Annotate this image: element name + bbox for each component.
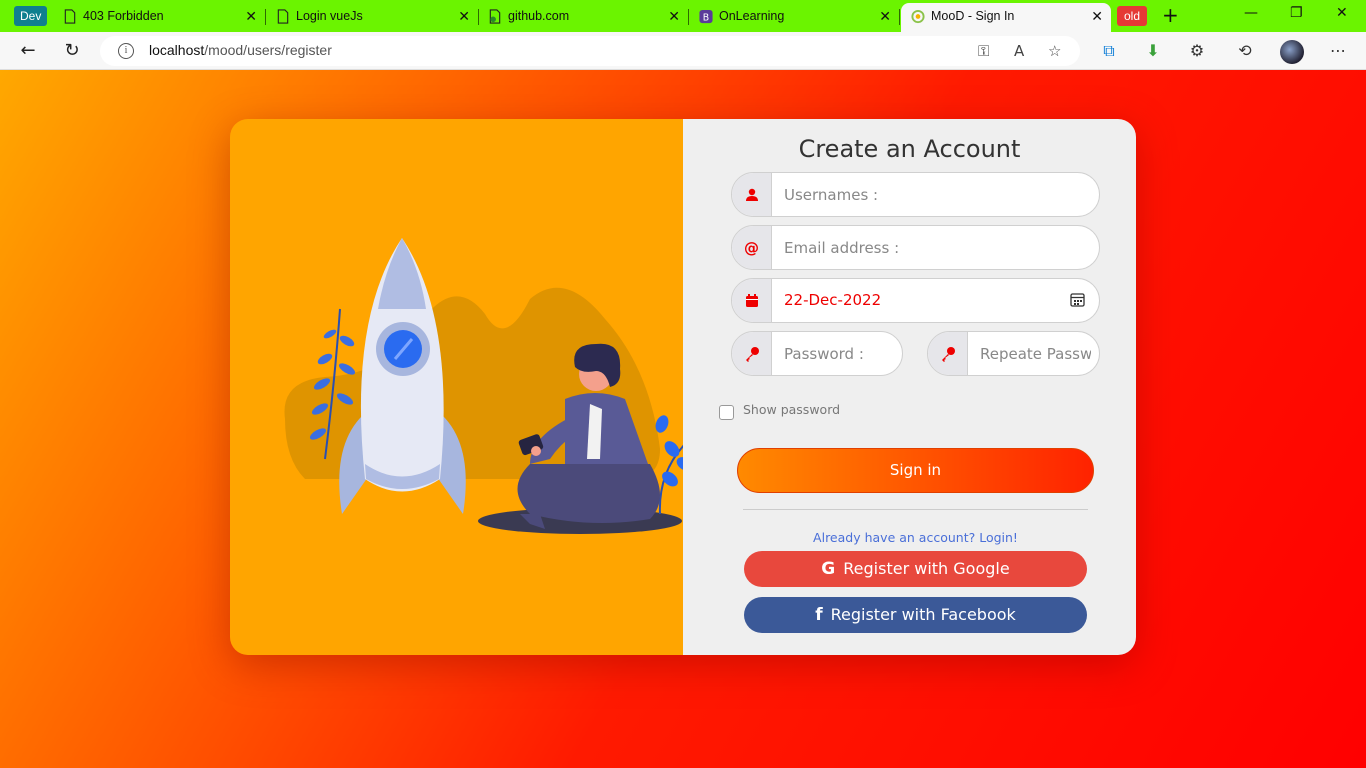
favorite-star-icon[interactable]: ☆	[1048, 42, 1061, 60]
register-facebook-button[interactable]: f Register with Facebook	[744, 597, 1087, 633]
browser-tab-bar: Dev 403 Forbidden ✕ Login vueJs ✕ github…	[0, 0, 1366, 32]
old-workspace-badge[interactable]: old	[1117, 6, 1148, 26]
url-field[interactable]: i localhost/mood/users/register ⚿ A ☆	[100, 36, 1080, 66]
password-input[interactable]	[784, 332, 894, 375]
back-icon[interactable]: ←	[16, 39, 40, 63]
tab-title: MooD - Sign In	[931, 9, 1015, 23]
tab-title: Login vueJs	[296, 9, 363, 23]
google-icon: G	[821, 559, 836, 579]
register-google-button[interactable]: G Register with Google	[744, 551, 1087, 587]
page-icon	[277, 9, 289, 24]
profile-badge[interactable]: Dev	[14, 6, 48, 26]
download-icon[interactable]: ⬇	[1143, 41, 1163, 61]
facebook-icon: f	[815, 605, 823, 625]
register-form-panel: Create an Account @ 22-Dec-2022	[683, 119, 1136, 655]
page-background: Create an Account @ 22-Dec-2022	[0, 70, 1366, 768]
password-field[interactable]	[731, 331, 903, 376]
repeat-password-field[interactable]	[927, 331, 1100, 376]
new-tab-icon[interactable]: +	[1162, 3, 1179, 27]
birthdate-field[interactable]: 22-Dec-2022	[731, 278, 1100, 323]
tab-github[interactable]: github.com ✕	[478, 3, 689, 32]
tab-login-vuejs[interactable]: Login vueJs ✕	[266, 3, 479, 32]
key-icon[interactable]: ⚿	[978, 42, 989, 60]
register-facebook-label: Register with Facebook	[830, 605, 1016, 624]
bootstrap-icon: B	[699, 9, 713, 23]
site-info-icon[interactable]: i	[118, 43, 134, 59]
close-icon[interactable]: ✕	[1091, 3, 1103, 29]
user-icon	[732, 173, 772, 216]
restore-icon[interactable]: ❐	[1290, 5, 1303, 21]
show-password-label[interactable]: Show password	[743, 402, 840, 417]
avatar[interactable]	[1280, 40, 1304, 64]
close-window-icon[interactable]: ✕	[1336, 5, 1348, 21]
url-host: localhost	[149, 42, 205, 58]
register-card: Create an Account @ 22-Dec-2022	[230, 119, 1136, 655]
close-icon[interactable]: ✕	[458, 3, 470, 29]
form-title: Create an Account	[798, 135, 1021, 163]
register-google-label: Register with Google	[843, 559, 1010, 578]
close-icon[interactable]: ✕	[245, 3, 257, 29]
tab-mood-sign-in[interactable]: MooD - Sign In ✕	[901, 3, 1111, 32]
more-options-icon[interactable]: ⋯	[1328, 41, 1348, 61]
mood-logo-icon	[911, 9, 925, 24]
username-input[interactable]	[784, 173, 1091, 216]
close-icon[interactable]: ✕	[879, 3, 891, 29]
collections-icon[interactable]: ⧉	[1099, 41, 1119, 61]
username-field[interactable]	[731, 172, 1100, 217]
email-input[interactable]	[784, 226, 1091, 269]
birthdate-value[interactable]: 22-Dec-2022	[784, 291, 881, 309]
reload-icon[interactable]: ↻	[60, 39, 84, 63]
illustration-panel	[230, 119, 709, 655]
tab-403-forbidden[interactable]: 403 Forbidden ✕	[53, 3, 266, 32]
tab-title: 403 Forbidden	[83, 9, 164, 23]
login-link[interactable]: Already have an account? Login!	[683, 530, 1136, 545]
tab-title: OnLearning	[719, 9, 785, 23]
show-password-checkbox[interactable]	[719, 405, 734, 420]
page-icon	[64, 9, 76, 24]
key-icon	[928, 332, 968, 375]
minimize-icon[interactable]: —	[1244, 5, 1258, 21]
history-icon[interactable]: ⟲	[1235, 41, 1255, 61]
extensions-icon[interactable]: ⚙	[1187, 41, 1207, 61]
sign-in-button[interactable]: Sign in	[737, 448, 1094, 493]
url-text[interactable]: localhost/mood/users/register	[149, 42, 332, 58]
page-sync-icon	[489, 9, 501, 24]
key-icon	[732, 332, 772, 375]
close-icon[interactable]: ✕	[668, 3, 680, 29]
read-aloud-icon[interactable]: A	[1014, 42, 1024, 60]
date-picker-icon[interactable]	[1070, 292, 1085, 307]
url-path: /mood/users/register	[204, 42, 332, 58]
tab-onlearning[interactable]: B OnLearning ✕	[689, 3, 900, 32]
repeat-password-input[interactable]	[980, 332, 1091, 375]
tab-title: github.com	[508, 9, 570, 23]
address-bar-row: ← ↻ i localhost/mood/users/register ⚿ A …	[0, 32, 1366, 70]
email-field[interactable]: @	[731, 225, 1100, 270]
divider	[743, 509, 1088, 510]
calendar-icon	[732, 279, 772, 322]
svg-text:B: B	[703, 12, 709, 23]
rocket-person-illustration	[284, 238, 709, 534]
at-sign-icon: @	[732, 226, 772, 269]
